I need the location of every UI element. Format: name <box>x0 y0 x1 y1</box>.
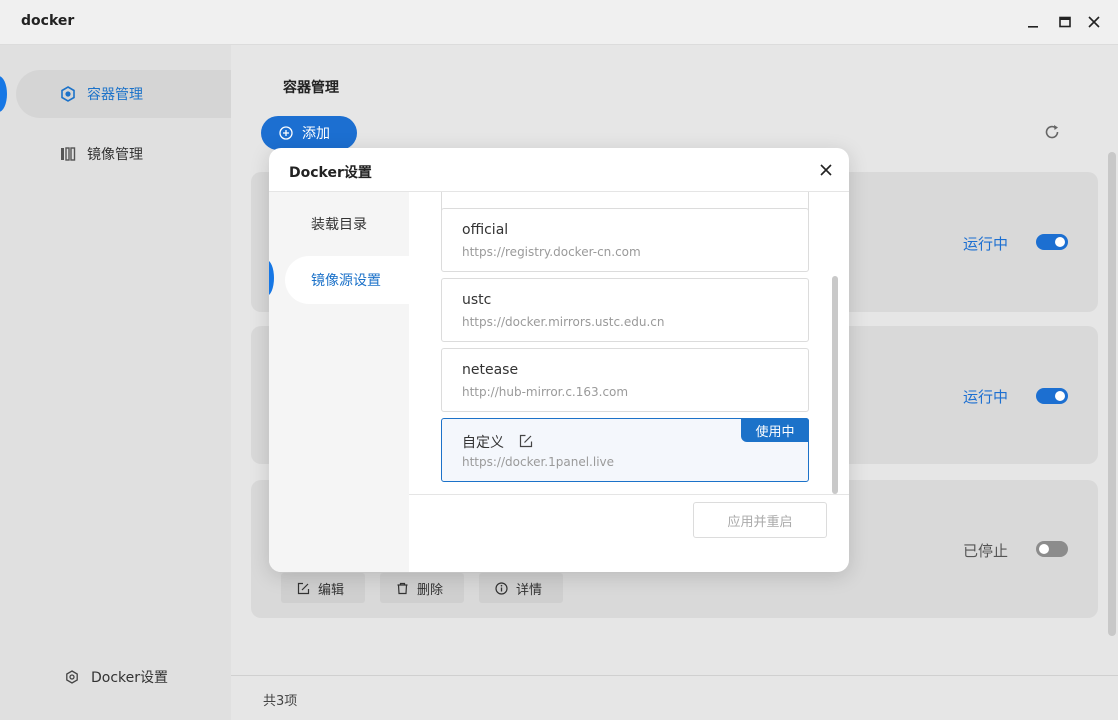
tab-mirror-settings[interactable]: 镜像源设置 <box>285 256 409 304</box>
mirror-item-custom[interactable]: 自定义 https://docker.1panel.live 使用中 <box>441 418 809 482</box>
sidebar-item-label: 容器管理 <box>87 87 143 103</box>
status-toggle[interactable] <box>1036 541 1068 557</box>
trash-icon <box>397 582 408 594</box>
container-icon <box>61 86 75 102</box>
minimize-icon[interactable] <box>1025 14 1041 30</box>
tab-mount-directory[interactable]: 装载目录 <box>285 200 409 248</box>
dialog-scrollbar[interactable] <box>832 276 838 494</box>
mirror-list: official https://registry.docker-cn.com … <box>409 192 849 494</box>
status-toggle[interactable] <box>1036 388 1068 404</box>
detail-button[interactable]: 详情 <box>479 573 563 603</box>
close-icon[interactable] <box>819 163 833 177</box>
info-icon <box>495 581 508 595</box>
status-label: 运行中 <box>962 235 1008 253</box>
main-scrollbar[interactable] <box>1108 152 1116 636</box>
title-bar: docker <box>0 0 1118 45</box>
docker-settings-dialog: Docker设置 装载目录 镜像源设置 official https://reg… <box>269 148 849 572</box>
mirror-name: 自定义 <box>462 435 504 451</box>
mirror-url: http://hub-mirror.c.163.com <box>462 385 629 399</box>
close-icon[interactable] <box>1086 14 1102 30</box>
edit-label: 编辑 <box>318 582 345 598</box>
sidebar-docker-settings[interactable]: Docker设置 <box>65 667 168 687</box>
mirror-url: https://docker.1panel.live <box>462 455 615 469</box>
refresh-icon[interactable] <box>1043 123 1061 141</box>
dialog-sidebar: 装载目录 镜像源设置 <box>269 192 409 572</box>
detail-label: 详情 <box>516 582 543 598</box>
list-footer: 共3项 <box>231 675 1118 720</box>
mirror-url: https://registry.docker-cn.com <box>462 245 641 259</box>
edit-icon <box>297 582 310 594</box>
sidebar: 容器管理 镜像管理 Docker设置 <box>0 45 231 720</box>
mirror-item[interactable]: netease http://hub-mirror.c.163.com <box>441 348 809 412</box>
plus-circle-icon <box>279 126 293 140</box>
mirror-name: ustc <box>462 292 492 308</box>
status-label: 运行中 <box>962 388 1008 406</box>
add-button-label: 添加 <box>302 126 330 142</box>
status-label: 已停止 <box>962 542 1008 560</box>
settings-icon <box>66 670 78 684</box>
mirror-item[interactable]: ustc https://docker.mirrors.ustc.edu.cn <box>441 278 809 342</box>
mirror-item[interactable]: official https://registry.docker-cn.com <box>441 208 809 272</box>
add-button[interactable]: 添加 <box>261 116 357 150</box>
page-title: 容器管理 <box>283 80 339 96</box>
delete-button[interactable]: 删除 <box>380 573 464 603</box>
mirror-name: netease <box>462 362 519 378</box>
mirror-url: https://docker.mirrors.ustc.edu.cn <box>462 315 665 329</box>
status-toggle[interactable] <box>1036 234 1068 250</box>
sidebar-item-label: 镜像管理 <box>87 147 143 163</box>
tab-label: 镜像源设置 <box>311 273 381 289</box>
edit-icon[interactable] <box>519 434 533 448</box>
item-count: 共3项 <box>263 694 298 709</box>
in-use-badge: 使用中 <box>741 418 809 442</box>
tab-label: 装载目录 <box>311 217 367 233</box>
window-title: docker <box>21 13 75 29</box>
delete-label: 删除 <box>417 582 444 598</box>
dialog-footer: 应用并重启 <box>409 494 849 572</box>
dialog-title: Docker设置 <box>289 165 372 181</box>
edit-button[interactable]: 编辑 <box>281 573 365 603</box>
apply-restart-button[interactable]: 应用并重启 <box>693 502 827 538</box>
maximize-icon[interactable] <box>1057 14 1073 30</box>
docker-settings-label: Docker设置 <box>91 670 169 686</box>
dialog-header: Docker设置 <box>269 148 849 192</box>
image-icon <box>61 147 76 161</box>
sidebar-item-image-management[interactable]: 镜像管理 <box>16 130 231 178</box>
mirror-name: official <box>462 222 509 238</box>
sidebar-item-container-management[interactable]: 容器管理 <box>16 70 231 118</box>
tab-active-indicator <box>269 260 274 296</box>
